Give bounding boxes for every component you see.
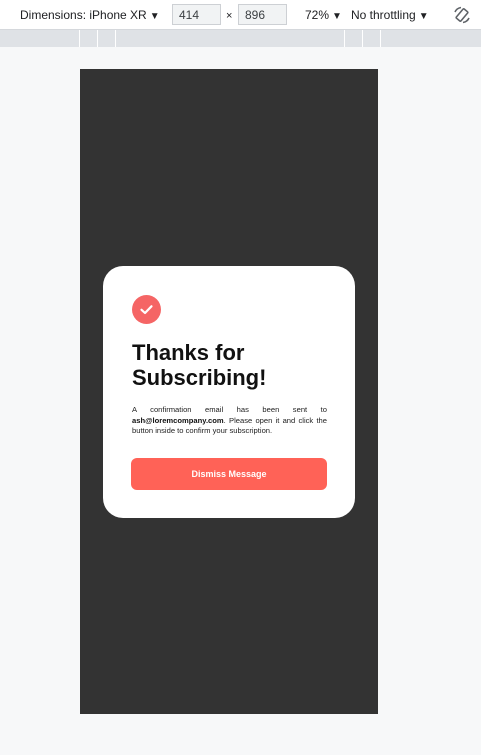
caret-down-icon: ▼ (418, 11, 429, 22)
caret-down-icon: ▼ (332, 11, 342, 22)
check-icon (132, 295, 161, 324)
width-input[interactable] (172, 4, 221, 25)
modal-message: A confirmation email has been sent to as… (132, 405, 327, 437)
throttling-label: No throttling (351, 8, 416, 22)
media-query-ruler (0, 30, 481, 47)
device-dimensions-label: Dimensions: iPhone XR (20, 8, 147, 22)
message-text-start: A confirmation email has been sent to (132, 405, 327, 414)
zoom-dropdown[interactable]: 72% ▼ (305, 8, 342, 24)
subscription-modal: Thanks for Subscribing! A confirmation e… (103, 266, 355, 518)
device-dimensions-dropdown[interactable]: Dimensions: iPhone XR ▼ (20, 8, 160, 24)
confirmation-email: ash@loremcompany.com (132, 415, 224, 425)
rotate-icon[interactable] (452, 5, 472, 25)
modal-title: Thanks for Subscribing! (132, 340, 267, 390)
dimension-separator: × (226, 10, 233, 22)
device-toolbar: Dimensions: iPhone XR▼ × 72%▼ No throttl… (0, 0, 481, 30)
throttling-dropdown[interactable]: No throttling ▼ (351, 8, 429, 24)
height-input[interactable] (238, 4, 287, 25)
zoom-label: 72% (305, 8, 330, 22)
caret-down-icon: ▼ (149, 11, 160, 22)
device-viewport: Thanks for Subscribing! A confirmation e… (80, 69, 378, 714)
dismiss-message-button[interactable]: Dismiss Message (131, 458, 327, 490)
